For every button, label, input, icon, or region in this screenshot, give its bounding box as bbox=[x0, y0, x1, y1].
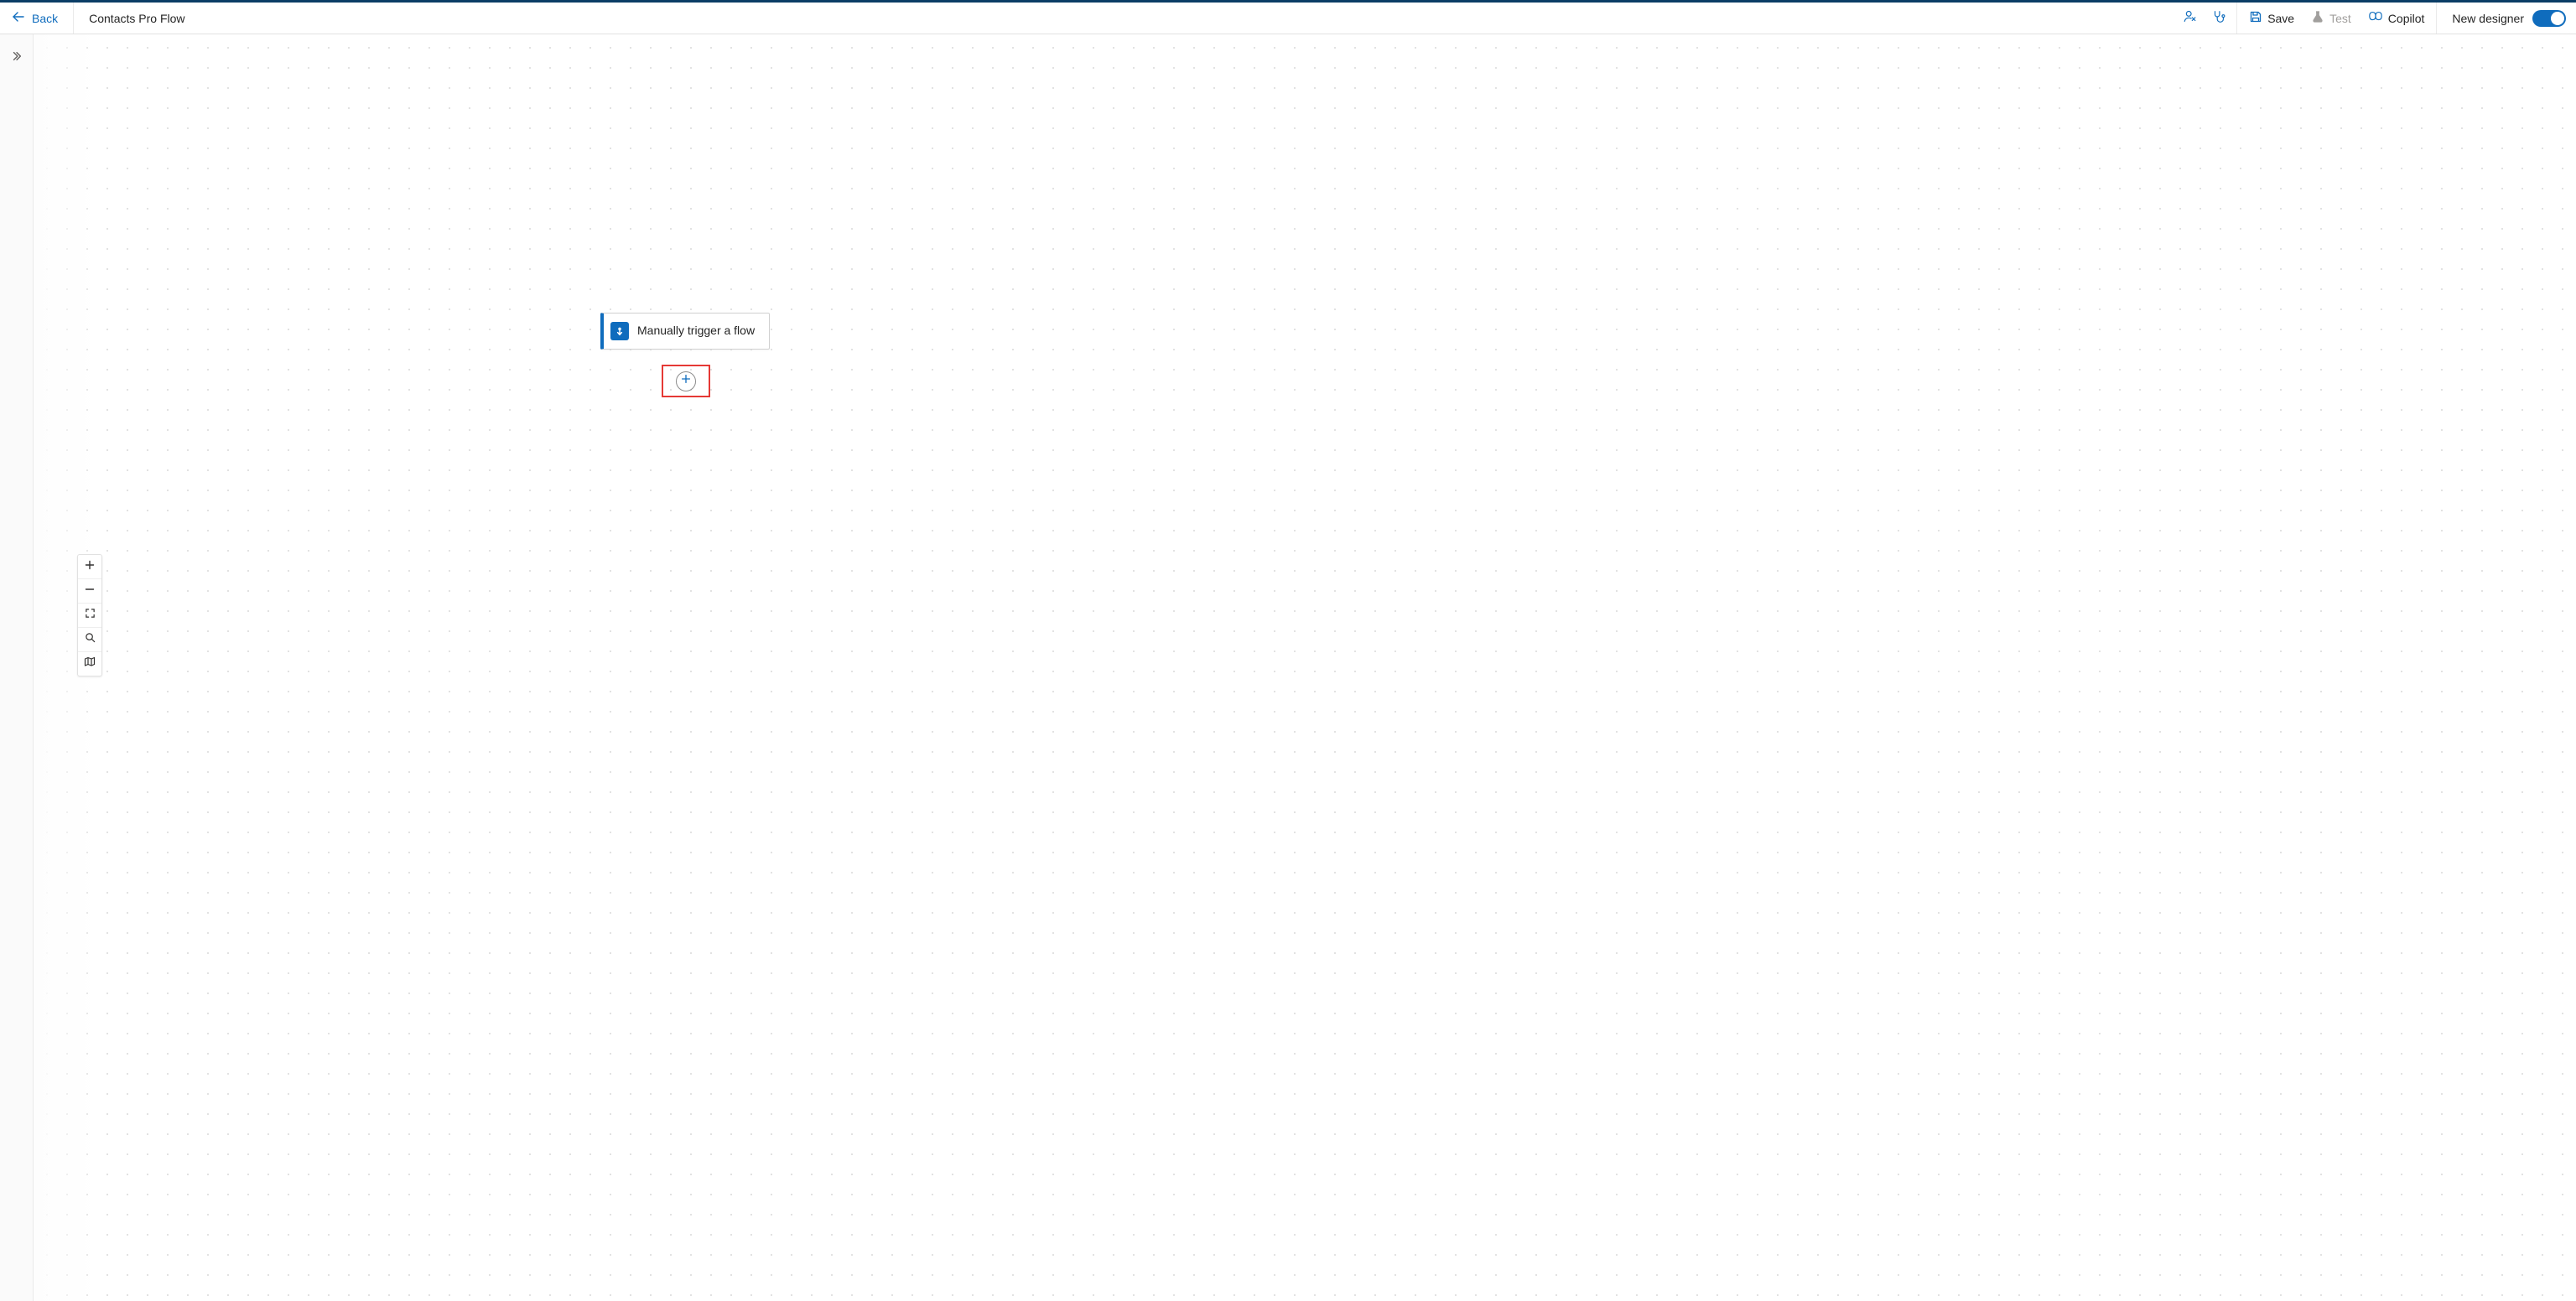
zoom-in-button[interactable] bbox=[78, 555, 101, 578]
fit-to-screen-button[interactable] bbox=[78, 604, 101, 627]
test-button-label: Test bbox=[2329, 12, 2351, 25]
command-bar: Back Contacts Pro Flow Save Test bbox=[0, 3, 2576, 34]
expand-rail-button[interactable] bbox=[3, 44, 30, 71]
stethoscope-icon bbox=[2211, 9, 2226, 27]
separator bbox=[73, 3, 74, 34]
command-bar-left: Back Contacts Pro Flow bbox=[0, 3, 197, 34]
chevron-double-right-icon bbox=[11, 50, 23, 66]
toggle-knob bbox=[2551, 12, 2564, 25]
back-button-label: Back bbox=[32, 12, 58, 25]
trigger-card[interactable]: Manually trigger a flow bbox=[600, 313, 770, 350]
back-button[interactable]: Back bbox=[0, 3, 70, 34]
trigger-card-label: Manually trigger a flow bbox=[637, 324, 755, 339]
separator bbox=[2236, 3, 2237, 34]
test-button: Test bbox=[2303, 3, 2360, 34]
command-bar-right: Save Test Copilot New designer bbox=[2176, 3, 2576, 34]
flow-checker-button[interactable] bbox=[2205, 3, 2233, 34]
arrow-left-icon bbox=[12, 10, 25, 26]
new-designer-label: New designer bbox=[2440, 12, 2529, 25]
plus-icon bbox=[680, 373, 692, 389]
trigger-connector-icon bbox=[610, 322, 629, 340]
add-step-button[interactable] bbox=[676, 371, 696, 391]
separator bbox=[2436, 3, 2437, 34]
fit-screen-icon bbox=[85, 608, 96, 623]
search-icon bbox=[85, 632, 96, 647]
feedback-button[interactable] bbox=[2176, 3, 2205, 34]
add-step-highlight-box bbox=[662, 365, 710, 397]
new-designer-toggle[interactable] bbox=[2532, 10, 2566, 27]
save-button[interactable]: Save bbox=[2241, 3, 2303, 34]
copilot-button-label: Copilot bbox=[2388, 12, 2425, 25]
map-icon bbox=[84, 656, 96, 671]
minimap-button[interactable] bbox=[78, 652, 101, 676]
save-icon bbox=[2249, 10, 2262, 26]
flow-title[interactable]: Contacts Pro Flow bbox=[77, 3, 196, 34]
save-button-label: Save bbox=[2267, 12, 2294, 25]
copilot-icon bbox=[2368, 9, 2383, 27]
left-rail bbox=[0, 34, 34, 1301]
feedback-icon bbox=[2183, 9, 2198, 27]
designer-canvas[interactable]: Manually trigger a flow bbox=[34, 34, 2576, 1301]
zoom-out-button[interactable] bbox=[78, 579, 101, 603]
plus-icon bbox=[85, 559, 95, 574]
flask-icon bbox=[2311, 10, 2324, 26]
copilot-button[interactable]: Copilot bbox=[2360, 3, 2433, 34]
canvas-search-button[interactable] bbox=[78, 628, 101, 651]
zoom-toolbar bbox=[77, 554, 102, 676]
minus-icon bbox=[85, 583, 95, 599]
